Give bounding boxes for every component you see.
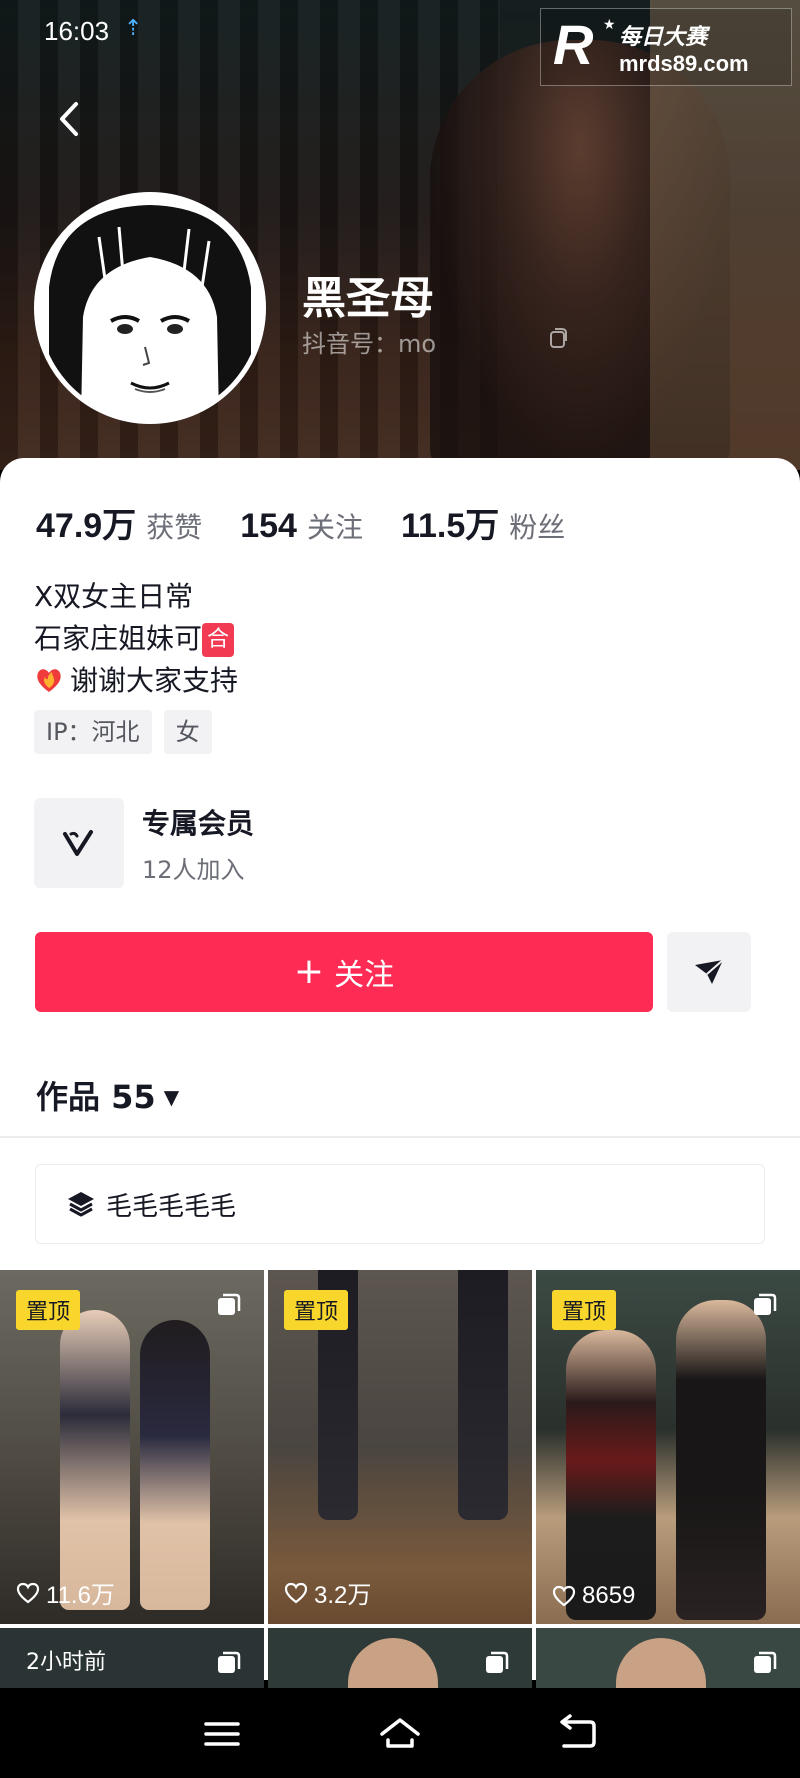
collection-entry[interactable]: 毛毛毛毛毛 bbox=[35, 1164, 765, 1244]
thumbnail-legs bbox=[458, 1270, 508, 1520]
thumbnail-person bbox=[140, 1320, 210, 1610]
multi-image-icon bbox=[754, 1651, 777, 1673]
profile-header: 16:03 ⇡ R ★ 每日大赛 mrds89.com 黑圣母 抖音号：mo bbox=[0, 0, 800, 470]
video-thumbnail[interactable]: 置顶 11.6万 bbox=[0, 1270, 264, 1624]
video-thumbnail[interactable] bbox=[536, 1628, 800, 1688]
collection-label: 毛毛毛毛毛 bbox=[106, 1191, 237, 1222]
like-count: 11.6万 bbox=[16, 1575, 115, 1610]
multi-image-icon bbox=[218, 1651, 241, 1673]
back-button[interactable] bbox=[50, 94, 90, 144]
nickname: 黑圣母 bbox=[302, 273, 434, 324]
video-thumbnail[interactable]: 置顶 3.2万 bbox=[268, 1270, 532, 1624]
share-button[interactable] bbox=[667, 932, 751, 1012]
pinned-badge: 置顶 bbox=[16, 1290, 81, 1330]
status-time: 16:03 bbox=[44, 16, 110, 46]
tags: IP：河北 女 bbox=[34, 710, 212, 754]
return-icon bbox=[560, 1714, 596, 1748]
like-count: 8659 bbox=[552, 1582, 635, 1610]
heart-outline-icon bbox=[284, 1582, 308, 1603]
tag-ip: IP：河北 bbox=[34, 710, 152, 754]
bio-line-3: 谢谢大家支持 bbox=[34, 660, 238, 702]
menu-button[interactable] bbox=[200, 1714, 244, 1754]
home-icon bbox=[380, 1718, 420, 1748]
bio-line-3-text: 谢谢大家支持 bbox=[70, 664, 239, 697]
bio: X双女主日常 石家庄姐妹可合 谢谢大家支持 bbox=[34, 576, 238, 702]
heart-outline-icon bbox=[16, 1582, 40, 1603]
multi-image-icon bbox=[218, 1293, 241, 1315]
followers-count[interactable]: 11.5万 bbox=[401, 498, 499, 547]
layers-icon bbox=[68, 1192, 94, 1217]
plus-icon: + bbox=[293, 951, 325, 992]
he-badge-icon: 合 bbox=[202, 623, 235, 657]
video-thumbnail[interactable]: 2小时前 bbox=[0, 1628, 264, 1688]
upload-icon: ⇡ bbox=[124, 16, 143, 41]
likes-label[interactable]: 获赞 bbox=[146, 506, 202, 546]
works-label: 作品 55 bbox=[36, 1078, 156, 1116]
back-nav-button[interactable] bbox=[556, 1714, 600, 1754]
thumbnail-face bbox=[616, 1638, 706, 1688]
copy-icon[interactable] bbox=[545, 326, 569, 350]
thumbnail-person bbox=[676, 1300, 766, 1620]
stats-row: 47.9万 获赞 154 关注 11.5万 粉丝 bbox=[36, 498, 603, 547]
bio-line-2: 石家庄姐妹可合 bbox=[34, 618, 238, 660]
like-count-text: 11.6万 bbox=[46, 1582, 115, 1609]
like-count-text: 3.2万 bbox=[314, 1582, 372, 1609]
avatar-illustration bbox=[39, 197, 261, 419]
menu-icon bbox=[204, 1722, 240, 1746]
send-icon bbox=[695, 959, 724, 984]
likes-count[interactable]: 47.9万 bbox=[36, 498, 136, 547]
avatar[interactable] bbox=[34, 192, 266, 424]
pinned-badge: 置顶 bbox=[284, 1290, 349, 1330]
divider bbox=[0, 1136, 800, 1138]
tab-works[interactable]: 作品 55 ▼ bbox=[36, 1072, 179, 1118]
following-label[interactable]: 关注 bbox=[307, 506, 363, 546]
bio-line-2-text: 石家庄姐妹可 bbox=[34, 622, 203, 655]
douyin-id: 抖音号：mo bbox=[302, 330, 437, 358]
member-title: 专属会员 bbox=[142, 807, 255, 840]
followers-label[interactable]: 粉丝 bbox=[509, 506, 565, 546]
caret-down-icon: ▼ bbox=[163, 1085, 180, 1109]
multi-image-icon bbox=[754, 1293, 777, 1315]
watermark-star-icon: ★ bbox=[603, 17, 616, 33]
member-subtitle: 12人加入 bbox=[142, 856, 245, 884]
member-v-icon bbox=[34, 798, 124, 888]
system-navigation-bar bbox=[0, 1690, 800, 1778]
heart-outline-icon bbox=[552, 1585, 576, 1607]
multi-image-icon bbox=[486, 1651, 509, 1673]
watermark-url: mrds89.com bbox=[619, 51, 749, 76]
following-count[interactable]: 154 bbox=[240, 507, 297, 546]
thumbnail-person bbox=[60, 1310, 130, 1610]
chevron-left-icon bbox=[60, 102, 78, 136]
like-count-text: 8659 bbox=[582, 1582, 636, 1609]
tag-gender: 女 bbox=[163, 710, 212, 754]
pinned-badge: 置顶 bbox=[552, 1290, 617, 1330]
video-thumbnail[interactable] bbox=[268, 1628, 532, 1688]
heart-on-fire-icon bbox=[37, 669, 61, 692]
follow-button[interactable]: + 关注 bbox=[35, 932, 653, 1012]
follow-label: 关注 bbox=[334, 958, 395, 993]
watermark-logo: R bbox=[553, 13, 594, 76]
exclusive-member-entry[interactable]: 专属会员 12人加入 bbox=[34, 798, 774, 888]
bio-line-1: X双女主日常 bbox=[34, 580, 194, 613]
watermark: R ★ 每日大赛 mrds89.com bbox=[540, 8, 792, 86]
video-thumbnail[interactable]: 置顶 8659 bbox=[536, 1270, 800, 1624]
works-grid: 置顶 11.6万 置顶 3.2万 置顶 8659 2小时前 bbox=[0, 1270, 800, 1690]
thumbnail-face bbox=[348, 1638, 438, 1688]
home-button[interactable] bbox=[378, 1714, 422, 1754]
like-count: 3.2万 bbox=[284, 1575, 371, 1610]
thumbnail-person bbox=[566, 1330, 656, 1620]
watermark-name: 每日大赛 bbox=[619, 25, 708, 50]
post-time: 2小时前 bbox=[26, 1650, 106, 1675]
